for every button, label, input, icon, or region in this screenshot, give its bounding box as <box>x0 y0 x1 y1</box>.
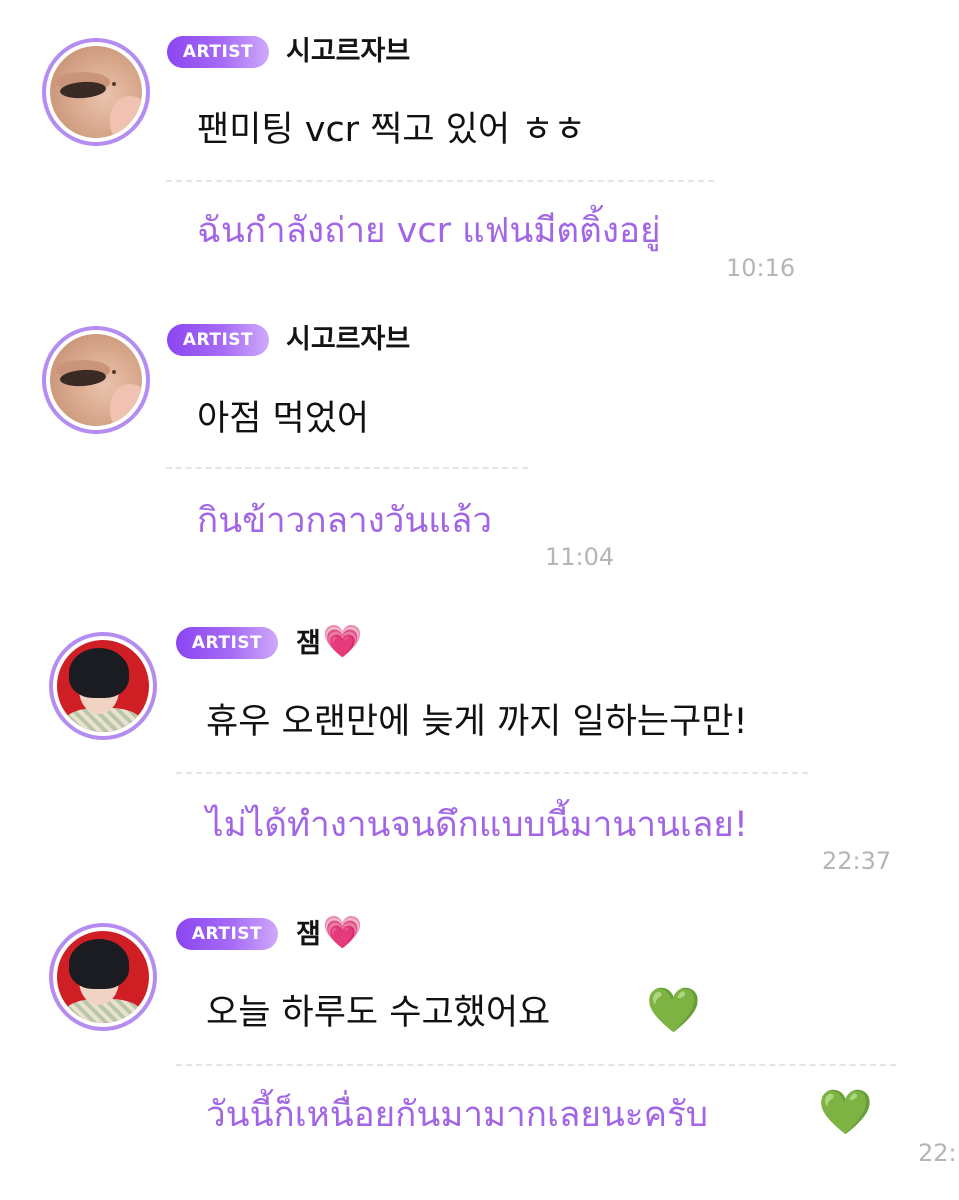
chat-message: ARTIST 잼💗 오늘 하루도 수고했어요 💚 วันนี้ก็เหนื่อย… <box>0 0 959 1200</box>
green-heart-icon: 💚 <box>818 1087 873 1138</box>
divider <box>176 1064 896 1066</box>
message-text: 오늘 하루도 수고했어요 <box>206 993 551 1033</box>
avatar-image <box>57 931 149 1023</box>
sender-name-text: 잼 <box>296 919 321 950</box>
translated-text: วันนี้ก็เหนื่อยกันมามากเลยนะครับ <box>206 1095 709 1135</box>
sender-name[interactable]: 잼💗 <box>296 915 363 952</box>
message-timestamp: 22: <box>918 1139 957 1167</box>
green-heart-icon: 💚 <box>646 985 701 1036</box>
artist-avatar[interactable] <box>49 923 157 1031</box>
pink-heart-icon: 💗 <box>322 913 363 951</box>
artist-badge: ARTIST <box>176 918 278 950</box>
